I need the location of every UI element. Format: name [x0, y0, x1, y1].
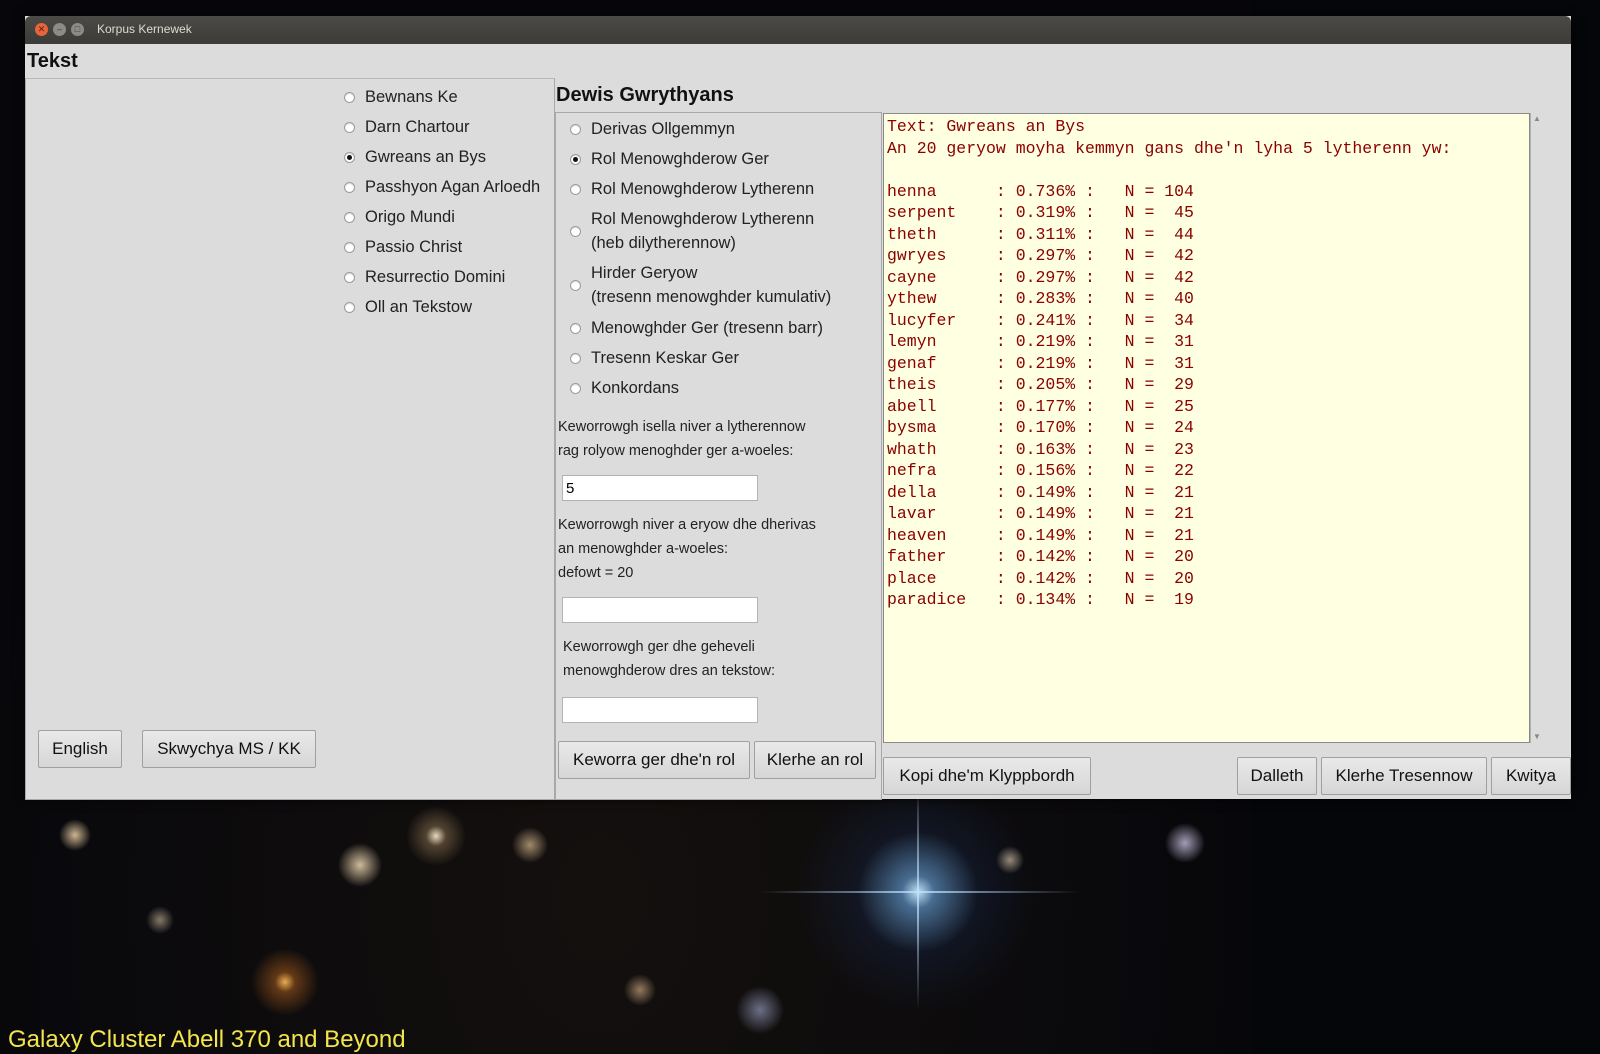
results-text-area[interactable]: Text: Gwreans an Bys An 20 geryow moyha … — [883, 113, 1530, 743]
radio-icon[interactable] — [570, 323, 581, 334]
text-option-passio-christ[interactable]: Passio Christ — [344, 235, 462, 259]
star-spike-horizontal — [760, 891, 1080, 893]
app-window: ✕ – □ Korpus Kernewek Tekst Bewnans Ke D… — [25, 16, 1571, 800]
min-letters-prompt-line1: Keworrowgh isella niver a lytherennow — [558, 419, 806, 435]
radio-icon[interactable] — [570, 184, 581, 195]
radio-icon[interactable] — [344, 272, 355, 283]
results-scrollbar[interactable]: ▲ ▼ — [1530, 113, 1543, 743]
options-heading: Dewis Gwrythyans — [556, 84, 734, 106]
maximize-icon[interactable]: □ — [71, 23, 84, 36]
radio-icon[interactable] — [570, 280, 581, 291]
text-option-gwreans-an-bys[interactable]: Gwreans an Bys — [344, 145, 486, 169]
min-letters-prompt-line2: rag rolyow menoghder ger a-woeles: — [558, 443, 794, 459]
scroll-down-icon[interactable]: ▼ — [1532, 732, 1542, 742]
minimize-icon[interactable]: – — [53, 23, 66, 36]
num-words-prompt-line2: an menowghder a-woeles: — [558, 541, 729, 557]
radio-selected-icon[interactable] — [570, 154, 581, 165]
window-titlebar[interactable]: ✕ – □ Korpus Kernewek — [25, 16, 1571, 44]
analysis-options-panel: Derivas Ollgemmyn Rol Menowghderow Ger R… — [555, 112, 882, 800]
radio-icon[interactable] — [344, 92, 355, 103]
text-option-oll-an-tekstow[interactable]: Oll an Tekstow — [344, 295, 472, 319]
radio-selected-icon[interactable] — [344, 152, 355, 163]
add-word-button[interactable]: Keworra ger dhe'n rol — [558, 741, 750, 779]
num-words-prompt-line1: Keworrowgh niver a eryow dhe dherivas — [558, 517, 816, 533]
radio-icon[interactable] — [570, 226, 581, 237]
radio-icon[interactable] — [570, 353, 581, 364]
option-derivas-ollgemmyn[interactable]: Derivas Ollgemmyn — [570, 117, 735, 141]
clear-plots-button[interactable]: Klerhe Tresennow — [1321, 757, 1487, 795]
option-hirder-geryow[interactable]: Hirder Geryow (tresenn menowghder kumula… — [570, 261, 831, 309]
clear-list-button[interactable]: Klerhe an rol — [754, 741, 876, 779]
radio-icon[interactable] — [344, 242, 355, 253]
option-rol-lytherenn-heb-dilytherennow[interactable]: Rol Menowghderow Lytherenn (heb dilyther… — [570, 207, 814, 255]
min-letters-input[interactable]: 5 — [562, 475, 758, 501]
option-rol-menowghderow-lytherenn[interactable]: Rol Menowghderow Lytherenn — [570, 177, 814, 201]
switch-ms-kk-button[interactable]: Skwychya MS / KK — [142, 730, 316, 768]
radio-icon[interactable] — [344, 302, 355, 313]
radio-icon[interactable] — [570, 124, 581, 135]
scroll-up-icon[interactable]: ▲ — [1532, 114, 1542, 124]
option-konkordans[interactable]: Konkordans — [570, 376, 679, 400]
text-option-darn-chartour[interactable]: Darn Chartour — [344, 115, 470, 139]
option-tresenn-keskar-ger[interactable]: Tresenn Keskar Ger — [570, 346, 739, 370]
option-menowghder-ger-barr[interactable]: Menowghder Ger (tresenn barr) — [570, 316, 823, 340]
radio-icon[interactable] — [344, 122, 355, 133]
compare-word-prompt-line2: menowghderow dres an tekstow: — [563, 663, 775, 679]
num-words-default-note: defowt = 20 — [558, 565, 634, 581]
radio-icon[interactable] — [570, 383, 581, 394]
compare-word-input[interactable] — [562, 697, 758, 723]
option-rol-menowghderow-ger[interactable]: Rol Menowghderow Ger — [570, 147, 769, 171]
copy-to-clipboard-button[interactable]: Kopi dhe'm Klyppbordh — [883, 757, 1091, 795]
star-spike-vertical — [917, 780, 919, 1010]
window-title: Korpus Kernewek — [97, 22, 192, 36]
text-option-origo-mundi[interactable]: Origo Mundi — [344, 205, 455, 229]
radio-icon[interactable] — [344, 182, 355, 193]
text-option-resurrectio-domini[interactable]: Resurrectio Domini — [344, 265, 505, 289]
tekst-heading: Tekst — [27, 50, 78, 72]
compare-word-prompt-line1: Keworrowgh ger dhe geheveli — [563, 639, 755, 655]
start-button[interactable]: Dalleth — [1237, 757, 1317, 795]
num-words-input[interactable] — [562, 597, 758, 623]
wallpaper-caption: Galaxy Cluster Abell 370 and Beyond — [8, 1026, 406, 1053]
radio-icon[interactable] — [344, 212, 355, 223]
text-option-passhyon-agan-arloedh[interactable]: Passhyon Agan Arloedh — [344, 175, 540, 199]
close-icon[interactable]: ✕ — [35, 23, 48, 36]
text-selection-panel: Bewnans Ke Darn Chartour Gwreans an Bys … — [25, 78, 555, 800]
text-option-bewnans-ke[interactable]: Bewnans Ke — [344, 85, 458, 109]
quit-button[interactable]: Kwitya — [1491, 757, 1571, 795]
english-button[interactable]: English — [38, 730, 122, 768]
